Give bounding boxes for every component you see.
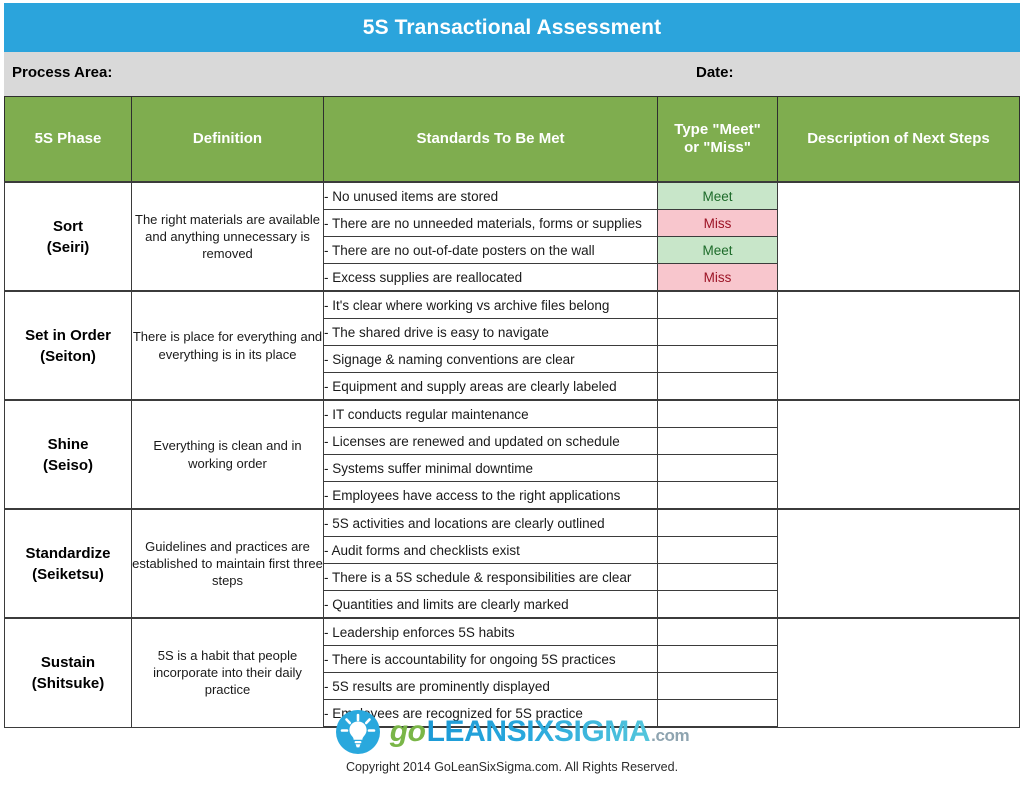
standard-cell: - Audit forms and checklists exist: [323, 536, 658, 564]
phase-japanese-name: (Seiso): [42, 456, 93, 474]
standard-cell: - No unused items are stored: [323, 181, 658, 210]
meet-miss-cell[interactable]: [657, 536, 778, 564]
meet-miss-cell[interactable]: [657, 563, 778, 591]
table-body: Sort (Seiri) The right materials are avail…: [4, 181, 1020, 728]
meet-miss-cell[interactable]: [657, 399, 778, 428]
standard-cell: - IT conducts regular maintenance: [323, 399, 658, 428]
phase-cell: Shine (Seiso): [4, 399, 132, 510]
standard-cell: - Employees have access to the right app…: [323, 481, 658, 510]
assessment-form-page: 5S Transactional Assessment Process Area…: [0, 0, 1024, 795]
next-steps-cell[interactable]: [777, 399, 1020, 510]
definition-cell: Everything is clean and in working order: [131, 399, 324, 510]
table-row: Sustain (Shitsuke) 5S is a habit that peop…: [4, 617, 1020, 728]
phase-name: Set in Order: [25, 326, 111, 344]
table-row: Set in Order (Seiton) There is place for e…: [4, 290, 1020, 401]
phase-name: Sustain: [40, 653, 96, 671]
meta-bar: Process Area: Date:: [4, 52, 1020, 96]
standard-cell: - There are no out-of-date posters on th…: [323, 236, 658, 264]
brand-wordmark-com: .com: [651, 726, 690, 745]
phase-japanese-name: (Shitsuke): [31, 674, 105, 692]
standard-cell: - Equipment and supply areas are clearly…: [323, 372, 658, 401]
process-area-label: Process Area:: [12, 64, 113, 81]
meet-miss-cell[interactable]: Miss: [657, 263, 778, 292]
standard-cell: - Quantities and limits are clearly mark…: [323, 590, 658, 619]
table-row: Standardize (Seiketsu) Guidelines and prac…: [4, 508, 1020, 619]
meet-miss-cell[interactable]: Meet: [657, 181, 778, 210]
phase-cell: Set in Order (Seiton): [4, 290, 132, 401]
brand-wordmark: go LEANSIXSIGMA .com: [390, 717, 690, 747]
next-steps-cell[interactable]: [777, 181, 1020, 292]
definition-cell: The right materials are available and an…: [131, 181, 324, 292]
phase-cell: Standardize (Seiketsu): [4, 508, 132, 619]
phase-japanese-name: (Seiri): [46, 238, 90, 256]
assessment-table: 5S Phase Definition Standards To Be Met …: [4, 96, 1020, 728]
copyright-text: Copyright 2014 GoLeanSixSigma.com. All R…: [345, 760, 679, 774]
meet-miss-cell[interactable]: Miss: [657, 209, 778, 237]
standard-cell: - There is a 5S schedule & responsibilit…: [323, 563, 658, 591]
meet-miss-cell[interactable]: [657, 617, 778, 646]
standard-cell: - There is accountability for ongoing 5S…: [323, 645, 658, 673]
page-title: 5S Transactional Assessment: [362, 15, 662, 39]
standard-cell: - The shared drive is easy to navigate: [323, 318, 658, 346]
brand-logo: go LEANSIXSIGMA .com: [0, 706, 1024, 758]
column-header-5s-phase: 5S Phase: [4, 96, 132, 183]
meet-miss-cell[interactable]: [657, 318, 778, 346]
lightbulb-icon: [335, 709, 381, 755]
meet-miss-cell[interactable]: [657, 672, 778, 700]
standard-cell: - 5S results are prominently displayed: [323, 672, 658, 700]
column-header-type-line2: or "Miss": [684, 139, 751, 156]
column-header-standards: Standards To Be Met: [323, 96, 658, 183]
brand-wordmark-lean: LEANSIXSIGMA: [426, 715, 651, 748]
meet-miss-cell[interactable]: [657, 590, 778, 619]
phase-name: Standardize: [25, 544, 111, 562]
phase-japanese-name: (Seiton): [40, 347, 96, 365]
date-label: Date:: [696, 64, 734, 81]
table-header: 5S Phase Definition Standards To Be Met …: [4, 96, 1020, 183]
column-header-definition: Definition: [131, 96, 324, 183]
meet-miss-cell[interactable]: [657, 481, 778, 510]
standard-cell: - It's clear where working vs archive fi…: [323, 290, 658, 319]
column-header-description: Description of Next Steps: [777, 96, 1020, 183]
meet-miss-cell[interactable]: [657, 427, 778, 455]
meet-miss-cell[interactable]: [657, 372, 778, 401]
table-header-row: 5S Phase Definition Standards To Be Met …: [4, 96, 1020, 183]
standard-cell: - Excess supplies are reallocated: [323, 263, 658, 292]
standard-cell: - There are no unneeded materials, forms…: [323, 209, 658, 237]
table-row: Sort (Seiri) The right materials are avail…: [4, 181, 1020, 292]
page-title-bar: 5S Transactional Assessment: [4, 3, 1020, 52]
next-steps-cell[interactable]: [777, 290, 1020, 401]
meet-miss-cell[interactable]: Meet: [657, 236, 778, 264]
meet-miss-cell[interactable]: [657, 290, 778, 319]
column-header-type: Type "Meet" or "Miss": [657, 96, 778, 183]
standard-cell: - Leadership enforces 5S habits: [323, 617, 658, 646]
meet-miss-cell[interactable]: [657, 508, 778, 537]
phase-cell: Sort (Seiri): [4, 181, 132, 292]
definition-cell: There is place for everything and everyt…: [131, 290, 324, 401]
meet-miss-cell[interactable]: [657, 454, 778, 482]
next-steps-cell[interactable]: [777, 508, 1020, 619]
table-row: Shine (Seiso) Everything is clean and in w…: [4, 399, 1020, 510]
phase-name: Sort: [53, 217, 83, 235]
standard-cell: - Licenses are renewed and updated on sc…: [323, 427, 658, 455]
footer: go LEANSIXSIGMA .com Copyright 2014 GoLean…: [0, 706, 1024, 774]
meet-miss-cell[interactable]: [657, 645, 778, 673]
standard-cell: - 5S activities and locations are clearl…: [323, 508, 658, 537]
brand-wordmark-go: go: [389, 715, 426, 748]
meet-miss-cell[interactable]: [657, 345, 778, 373]
column-header-type-line1: Type "Meet": [674, 121, 761, 139]
definition-cell: Guidelines and practices are established…: [131, 508, 324, 619]
standard-cell: - Signage & naming conventions are clear: [323, 345, 658, 373]
phase-name: Shine: [47, 435, 89, 453]
phase-japanese-name: (Seiketsu): [32, 565, 104, 583]
standard-cell: - Systems suffer minimal downtime: [323, 454, 658, 482]
